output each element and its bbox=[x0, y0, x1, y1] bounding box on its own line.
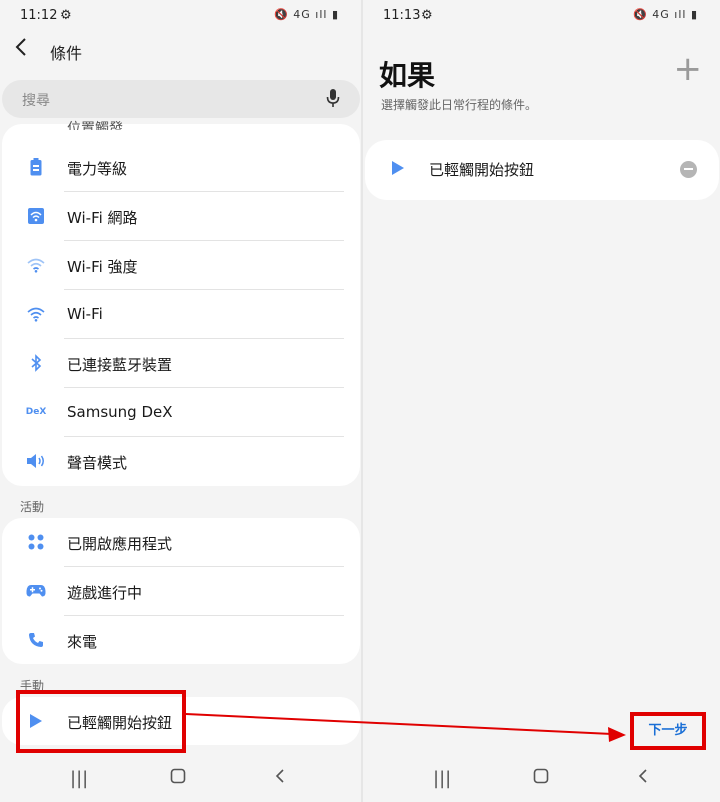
condition-label: 已輕觸開始按鈕 bbox=[429, 161, 535, 179]
settings-gear-icon: ⚙ bbox=[421, 8, 433, 23]
list-item-label: Wi-Fi bbox=[67, 305, 103, 323]
list-item-label: 已輕觸開始按鈕 bbox=[67, 714, 173, 732]
wifi-icon bbox=[26, 304, 46, 324]
dex-text: DeX bbox=[25, 407, 47, 417]
conditions-screen: 11:12 ⚙ 🔇 4G ıll ▮ 條件 搜尋 位置觸發 電力等級 Wi-Fi… bbox=[0, 0, 361, 802]
list-item-label: 已開啟應用程式 bbox=[67, 535, 173, 553]
microphone-icon[interactable] bbox=[326, 88, 340, 112]
list-item-label: 聲音模式 bbox=[67, 454, 128, 472]
list-item-bluetooth[interactable]: 已連接藍牙裝置 bbox=[2, 339, 360, 388]
apps-icon bbox=[26, 532, 46, 552]
back-button[interactable] bbox=[14, 36, 38, 64]
status-bar: 11:13 ⚙ 🔇 4G ıll ▮ bbox=[363, 0, 720, 32]
wifi-network-icon bbox=[26, 206, 46, 226]
search-input[interactable]: 搜尋 bbox=[22, 90, 50, 110]
list-item-battery[interactable]: 電力等級 bbox=[2, 143, 360, 192]
list-item-wifi-network[interactable]: Wi-Fi 網路 bbox=[2, 192, 360, 241]
status-icons: 🔇 4G ıll ▮ bbox=[274, 8, 339, 21]
list-item-label: 電力等級 bbox=[67, 160, 128, 178]
chevron-left-icon bbox=[15, 38, 26, 56]
recent-apps-icon[interactable]: ||| bbox=[70, 768, 88, 789]
settings-gear-icon: ⚙ bbox=[60, 8, 72, 23]
list-item-label: 來電 bbox=[67, 633, 98, 651]
page-title: 條件 bbox=[50, 44, 83, 63]
activity-list-card: 已開啟應用程式 遊戲進行中 來電 bbox=[2, 518, 360, 664]
phone-icon bbox=[26, 630, 46, 650]
list-item-label: Samsung DeX bbox=[67, 403, 173, 421]
next-button[interactable]: 下一步 bbox=[630, 712, 706, 750]
list-item-open-apps[interactable]: 已開啟應用程式 bbox=[2, 518, 360, 567]
recent-apps-icon[interactable]: ||| bbox=[433, 768, 451, 789]
if-screen: 11:13 ⚙ 🔇 4G ıll ▮ 如果 選擇觸發此日常行程的條件。 + 已輕… bbox=[363, 0, 720, 802]
remove-condition-button[interactable] bbox=[680, 161, 697, 178]
list-item-wifi-strength[interactable]: Wi-Fi 強度 bbox=[2, 241, 360, 290]
list-item-label: Wi-Fi 強度 bbox=[67, 258, 138, 276]
status-bar: 11:12 ⚙ 🔇 4G ıll ▮ bbox=[0, 0, 361, 32]
list-item-label: 已連接藍牙裝置 bbox=[67, 356, 173, 374]
page-subtitle: 選擇觸發此日常行程的條件。 bbox=[381, 98, 538, 112]
list-item-wifi[interactable]: Wi-Fi bbox=[2, 290, 360, 339]
manual-list-card: 已輕觸開始按鈕 bbox=[2, 697, 360, 745]
list-item-gaming[interactable]: 遊戲進行中 bbox=[2, 567, 360, 616]
search-bar[interactable]: 搜尋 bbox=[2, 80, 360, 118]
add-icon[interactable]: + bbox=[674, 52, 703, 86]
back-nav-icon[interactable] bbox=[275, 768, 285, 789]
conditions-list-card: 位置觸發 電力等級 Wi-Fi 網路 Wi-Fi 強度 Wi-Fi 已連接藍牙裝… bbox=[2, 121, 360, 486]
home-icon[interactable] bbox=[170, 768, 186, 789]
section-header-manual: 手動 bbox=[20, 679, 45, 693]
home-icon[interactable] bbox=[533, 768, 549, 789]
battery-icon bbox=[26, 157, 46, 177]
header: 條件 bbox=[0, 32, 361, 68]
list-item-start-button-tapped[interactable]: 已輕觸開始按鈕 bbox=[2, 697, 360, 746]
status-time: 11:13 bbox=[383, 8, 421, 23]
page-title: 如果 bbox=[379, 59, 436, 92]
volume-icon bbox=[26, 451, 46, 471]
bluetooth-icon bbox=[26, 353, 46, 373]
list-item-label: Wi-Fi 網路 bbox=[67, 209, 138, 227]
navigation-bar: ||| bbox=[363, 760, 720, 802]
partial-list-item: 位置觸發 bbox=[67, 121, 123, 130]
navigation-bar: ||| bbox=[0, 760, 361, 802]
play-icon bbox=[391, 160, 405, 180]
list-item-samsung-dex[interactable]: DeX Samsung DeX bbox=[2, 388, 360, 437]
condition-card[interactable]: 已輕觸開始按鈕 bbox=[365, 140, 719, 200]
back-nav-icon[interactable] bbox=[638, 768, 648, 789]
list-item-label: 遊戲進行中 bbox=[67, 584, 143, 602]
wifi-strength-icon bbox=[26, 255, 46, 275]
list-item-incoming-call[interactable]: 來電 bbox=[2, 616, 360, 665]
list-item-sound-mode[interactable]: 聲音模式 bbox=[2, 437, 360, 486]
dex-icon: DeX bbox=[25, 402, 47, 422]
status-time: 11:12 bbox=[20, 8, 58, 23]
section-header-activity: 活動 bbox=[20, 500, 45, 514]
status-icons: 🔇 4G ıll ▮ bbox=[633, 8, 698, 21]
play-icon bbox=[26, 711, 46, 731]
gamepad-icon bbox=[26, 581, 46, 601]
